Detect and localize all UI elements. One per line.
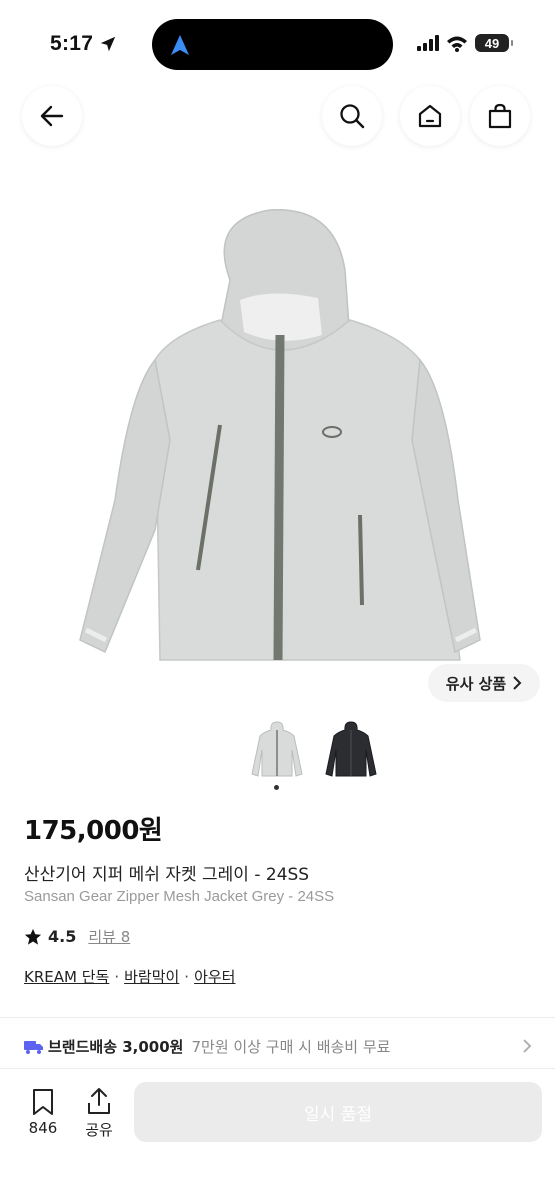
share-button[interactable]: 공유 [80, 1086, 118, 1140]
rating-value: 4.5 [48, 927, 77, 946]
battery-indicator: 49 [475, 34, 513, 52]
product-image[interactable] [60, 200, 490, 670]
chevron-right-icon [513, 676, 522, 690]
tag-separator: · [114, 967, 120, 986]
navigation-arrow-icon [171, 35, 189, 55]
tag-outer[interactable]: 아우터 [194, 966, 235, 987]
thumbnail-black[interactable] [322, 718, 380, 780]
bookmark-icon [33, 1089, 53, 1115]
search-button[interactable] [322, 86, 382, 146]
home-icon [418, 104, 442, 128]
tag-separator: · [184, 967, 190, 986]
search-icon [340, 104, 365, 129]
similar-products-button[interactable]: 유사 상품 [428, 664, 540, 702]
bookmark-count: 846 [28, 1119, 58, 1137]
sold-out-button[interactable]: 일시 품절 [134, 1082, 542, 1142]
review-link[interactable]: 리뷰 8 [88, 926, 130, 947]
grey-jacket-thumbnail [251, 721, 303, 777]
home-button[interactable] [400, 86, 460, 146]
chevron-right-icon [523, 1039, 532, 1053]
product-name-korean: 산산기어 지퍼 메쉬 자켓 그레이 - 24SS [24, 865, 310, 885]
system-icons: 49 [417, 34, 513, 52]
bookmark-button[interactable]: 846 [24, 1088, 62, 1137]
product-price: 175,000원 [24, 816, 163, 846]
arrow-left-icon [40, 105, 64, 127]
shipping-condition: 7만원 이상 구매 시 배송비 무료 [191, 1038, 391, 1056]
shipping-label: 브랜드배송 3,000원 [48, 1038, 184, 1056]
bottom-bar-divider [0, 1068, 555, 1069]
delivery-truck-icon [24, 1040, 43, 1054]
shopping-bag-icon [488, 103, 512, 129]
rating-row: 4.5 리뷰 8 [24, 926, 130, 947]
tag-windbreaker[interactable]: 바람막이 [124, 966, 179, 987]
tag-list: KREAM 단독 · 바람막이 · 아우터 [24, 966, 235, 987]
tag-kream-exclusive[interactable]: KREAM 단독 [24, 966, 109, 987]
dynamic-island [152, 19, 393, 70]
section-divider [0, 1017, 555, 1018]
back-button[interactable] [22, 86, 82, 146]
product-name-english: Sansan Gear Zipper Mesh Jacket Grey - 24… [24, 888, 335, 905]
wifi-icon [447, 36, 467, 52]
share-label: 공유 [85, 1121, 113, 1139]
thumbnail-grey[interactable] [248, 718, 306, 780]
share-icon [88, 1088, 110, 1114]
status-time: 5:17 [50, 32, 117, 56]
cart-button[interactable] [470, 86, 530, 146]
star-icon [24, 928, 42, 945]
status-bar: 5:17 49 [0, 0, 555, 80]
black-jacket-thumbnail [325, 721, 377, 777]
similar-products-label: 유사 상품 [445, 674, 507, 693]
thumbnail-list [248, 718, 380, 780]
page-indicator-dot [274, 785, 279, 790]
time-label: 5:17 [50, 32, 94, 55]
signal-icon [417, 35, 439, 51]
shipping-info-row[interactable]: 브랜드배송 3,000원 7만원 이상 구매 시 배송비 무료 [24, 1036, 534, 1057]
location-arrow-icon [101, 36, 116, 52]
